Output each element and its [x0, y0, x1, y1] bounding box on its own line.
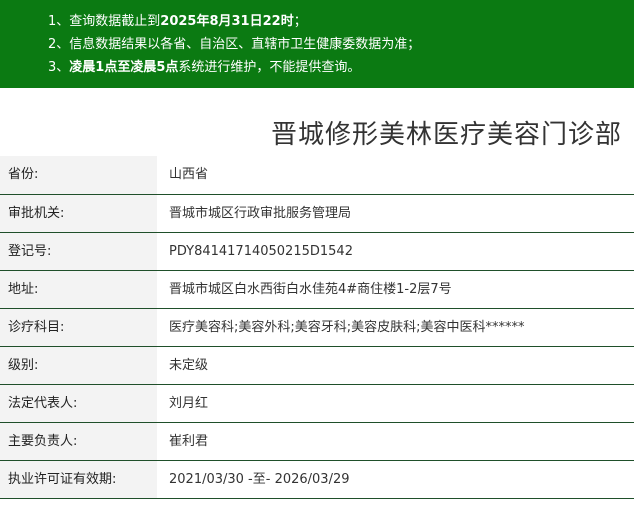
row-value: 晋城市城区行政审批服务管理局: [169, 206, 352, 221]
row-label: 地址:: [0, 271, 157, 308]
row-province: 省份: 山西省: [0, 156, 634, 195]
notice-line-2: 2、信息数据结果以各省、自治区、直辖市卫生健康委数据为准；: [48, 37, 421, 52]
row-value: 医疗美容科;美容外科;美容牙科;美容皮肤科;美容中医科******: [169, 320, 525, 335]
row-treatment-subjects: 诊疗科目: 医疗美容科;美容外科;美容牙科;美容皮肤科;美容中医科******: [0, 309, 634, 347]
row-value: 刘月红: [169, 396, 209, 411]
row-level: 级别: 未定级: [0, 347, 634, 385]
notice-line-1-suffix: ；: [293, 14, 307, 29]
row-address: 地址: 晋城市城区白水西街白水佳苑4#商住楼1-2层7号: [0, 271, 634, 309]
row-label: 登记号:: [0, 233, 157, 270]
notice-line-1-date: 2025年8月31日22时: [160, 14, 294, 29]
notice-line-3-time: 凌晨1点至凌晨5点: [69, 60, 179, 75]
page-title: 晋城修形美林医疗美容门诊部: [270, 120, 622, 150]
row-label: 法定代表人:: [0, 385, 157, 422]
notice-line-3: 3、凌晨1点至凌晨5点系统进行维护，不能提供查询。: [48, 56, 634, 79]
row-approval-authority: 审批机关: 晋城市城区行政审批服务管理局: [0, 195, 634, 233]
row-label: 诊疗科目:: [0, 309, 157, 346]
row-value: 山西省: [169, 167, 209, 182]
row-label: 级别:: [0, 347, 157, 384]
notice-line-3-prefix: 3、: [48, 60, 70, 75]
row-value: PDY84141714050215D1542: [169, 244, 353, 259]
row-principal: 主要负责人: 崔利君: [0, 423, 634, 461]
row-label: 省份:: [0, 156, 157, 194]
row-value: 未定级: [169, 358, 209, 373]
row-value: 晋城市城区白水西街白水佳苑4#商住楼1-2层7号: [169, 282, 452, 297]
notice-banner: 1、查询数据截止到2025年8月31日22时； 2、信息数据结果以各省、自治区、…: [0, 0, 634, 88]
notice-line-1-prefix: 1、查询数据截止到: [48, 14, 161, 29]
row-label: 审批机关:: [0, 195, 157, 232]
info-table: 省份: 山西省 审批机关: 晋城市城区行政审批服务管理局 登记号: PDY841…: [0, 156, 634, 499]
row-registration-number: 登记号: PDY84141714050215D1542: [0, 233, 634, 271]
row-value: 崔利君: [169, 434, 209, 449]
row-label: 执业许可证有效期:: [0, 461, 157, 498]
notice-line-3-suffix: 系统进行维护，不能提供查询。: [178, 60, 361, 75]
row-legal-representative: 法定代表人: 刘月红: [0, 385, 634, 423]
row-value: 2021/03/30 -至- 2026/03/29: [169, 472, 350, 487]
row-license-validity: 执业许可证有效期: 2021/03/30 -至- 2026/03/29: [0, 461, 634, 499]
notice-line-1: 1、查询数据截止到2025年8月31日22时；: [48, 10, 634, 33]
row-label: 主要负责人:: [0, 423, 157, 460]
